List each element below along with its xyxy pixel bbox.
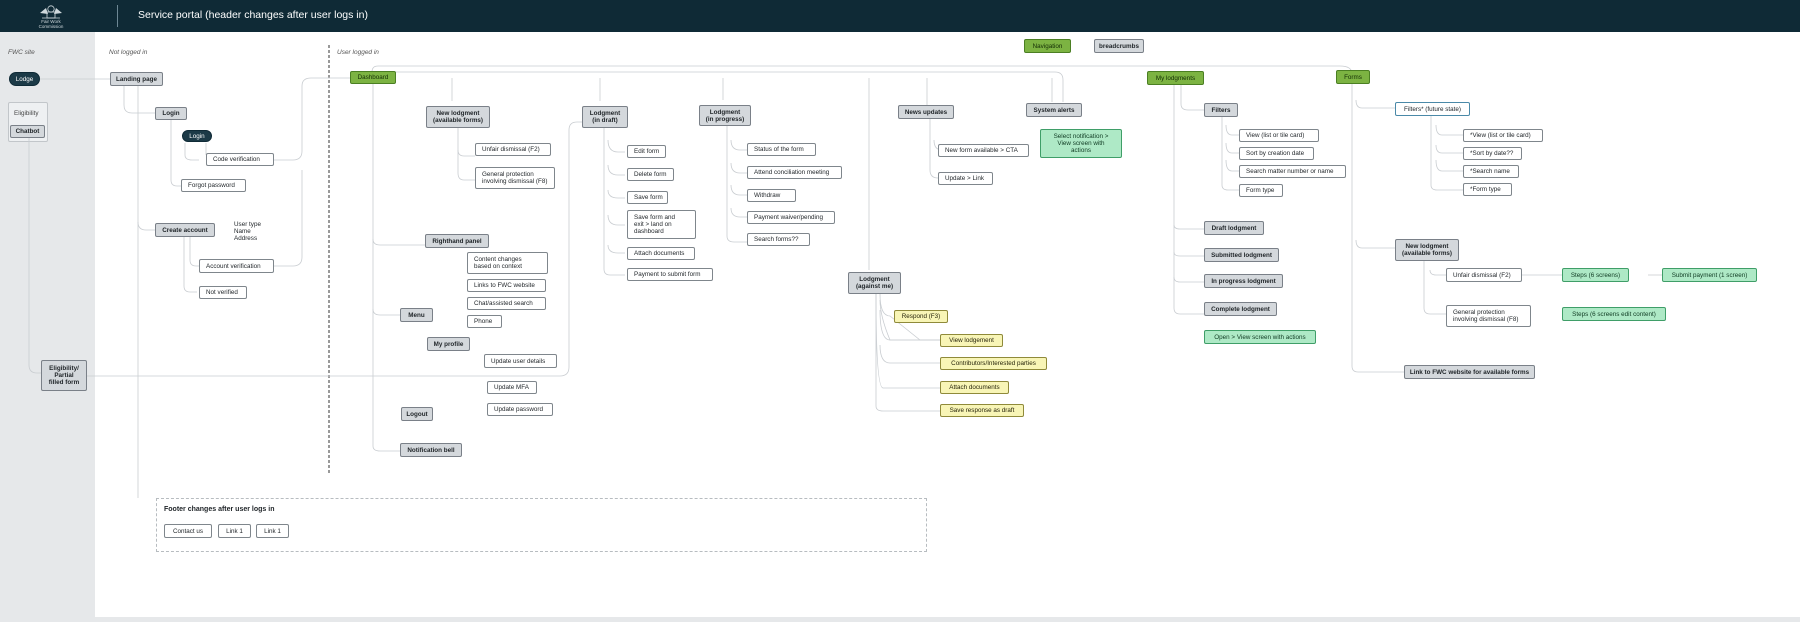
sort-creation-node[interactable]: Sort by creation date: [1239, 147, 1314, 160]
new-lodgment-node[interactable]: New lodgment (available forms): [426, 106, 490, 128]
code-verification-node[interactable]: Code verification: [206, 153, 274, 166]
system-alerts-node[interactable]: System alerts: [1026, 103, 1082, 117]
payment-waiver-node[interactable]: Payment waiver/pending: [747, 211, 835, 224]
phone-node[interactable]: Phone: [467, 315, 502, 328]
filter-form-type-node[interactable]: *Form type: [1463, 183, 1512, 196]
footer-link-1b[interactable]: Link 1: [256, 524, 289, 538]
landing-page-node[interactable]: Landing page: [110, 72, 163, 86]
status-form-node[interactable]: Status of the form: [747, 143, 816, 156]
forms-node[interactable]: Forms: [1336, 70, 1370, 84]
new-form-available-node[interactable]: New form available > CTA: [938, 144, 1029, 157]
form-type-node[interactable]: Form type: [1239, 184, 1283, 197]
footer-title: Footer changes after user logs in: [164, 506, 275, 513]
login-node[interactable]: Login: [155, 107, 187, 120]
lodge-button[interactable]: Lodge: [9, 72, 40, 86]
contributors-node[interactable]: Contributors/Interested parties: [940, 357, 1047, 370]
breadcrumbs-node[interactable]: breadcrumbs: [1094, 39, 1144, 53]
complete-lodgment-node[interactable]: Complete lodgment: [1204, 302, 1277, 316]
unfair-dismissal-node[interactable]: Unfair dismissal (F2): [475, 143, 551, 156]
general-protection-node[interactable]: General protection involving dismissal (…: [475, 167, 555, 189]
notification-bell-node[interactable]: Notification bell: [400, 443, 462, 457]
filters-future-node[interactable]: Filters* (future state): [1395, 102, 1470, 116]
lodgment-progress-node[interactable]: Lodgment (in progress): [699, 105, 751, 126]
submitted-lodgment-node[interactable]: Submitted lodgment: [1204, 248, 1279, 262]
update-password-node[interactable]: Update password: [487, 403, 553, 416]
my-profile-node[interactable]: My profile: [427, 337, 470, 351]
account-fields-text: User type Name Address: [234, 221, 261, 242]
unfair-dismissal-forms-node[interactable]: Unfair dismissal (F2): [1446, 268, 1522, 282]
update-mfa-node[interactable]: Update MFA: [487, 381, 537, 394]
forgot-password-node[interactable]: Forgot password: [181, 179, 246, 192]
update-link-node[interactable]: Update > Link: [938, 172, 993, 185]
filter-view-list-node[interactable]: *View (list or tile card): [1463, 129, 1543, 142]
login-button[interactable]: Login: [182, 130, 212, 142]
draft-lodgment-node[interactable]: Draft lodgment: [1204, 221, 1264, 235]
my-lodgments-node[interactable]: My lodgments: [1147, 71, 1204, 85]
account-verification-node[interactable]: Account verification: [199, 259, 274, 273]
update-user-details-node[interactable]: Update user details: [484, 354, 557, 368]
payment-submit-node[interactable]: Payment to submit form: [627, 268, 713, 281]
section-label-not-logged-in: Not logged in: [109, 49, 148, 56]
chatbot-node[interactable]: Chatbot: [10, 125, 45, 138]
filters-node[interactable]: Filters: [1204, 103, 1238, 117]
not-verified-node[interactable]: Not verified: [199, 286, 247, 299]
steps-6-edit-node[interactable]: Steps (6 screens edit content): [1562, 307, 1666, 321]
link-fwc-forms-node[interactable]: Link to FWC website for available forms: [1404, 365, 1535, 379]
eligibility-label: Eligibility: [14, 110, 39, 117]
footer-link-1a[interactable]: Link 1: [218, 524, 251, 538]
attach-documents-respond-node[interactable]: Attach documents: [940, 381, 1009, 394]
view-lodgement-node[interactable]: View lodgement: [940, 334, 1003, 347]
navigation-node[interactable]: Navigation: [1024, 39, 1071, 53]
contact-us-link[interactable]: Contact us: [164, 524, 212, 538]
save-form-node[interactable]: Save form: [627, 191, 668, 204]
save-form-exit-node[interactable]: Save form and exit > land on dashboard: [627, 210, 696, 239]
content-changes-node[interactable]: Content changes based on context: [467, 252, 548, 274]
lodgment-against-node[interactable]: Lodgment (against me): [848, 272, 901, 294]
logout-node[interactable]: Logout: [401, 407, 433, 421]
menu-node[interactable]: Menu: [400, 308, 433, 322]
respond-node[interactable]: Respond (F3): [894, 310, 948, 323]
delete-form-node[interactable]: Delete form: [627, 168, 674, 181]
search-matter-node[interactable]: Search matter number or name: [1239, 165, 1346, 178]
attend-conciliation-node[interactable]: Attend conciliation meeting: [747, 166, 842, 179]
open-view-node[interactable]: Open > View screen with actions: [1204, 330, 1316, 344]
submit-payment-node[interactable]: Submit payment (1 screen): [1662, 268, 1757, 282]
steps-6-node[interactable]: Steps (6 screens): [1562, 268, 1629, 282]
create-account-node[interactable]: Create account: [155, 223, 215, 237]
section-label-user-logged-in: User logged in: [337, 49, 379, 56]
eligibility-partial-node[interactable]: Eligibility/ Partial filled form: [41, 360, 87, 391]
lodgment-draft-node[interactable]: Lodgment (in draft): [582, 106, 628, 128]
attach-documents-node[interactable]: Attach documents: [627, 247, 695, 260]
righthand-panel-node[interactable]: Righthand panel: [425, 234, 489, 248]
filter-sort-date-node[interactable]: *Sort by date??: [1463, 147, 1522, 160]
select-notification-node[interactable]: Select notification > View screen with a…: [1040, 129, 1122, 158]
in-progress-lodgment-node[interactable]: In progress lodgment: [1204, 274, 1283, 288]
new-lodgment-forms-node[interactable]: New lodgment (available forms): [1395, 239, 1459, 261]
general-protection-forms-node[interactable]: General protection involving dismissal (…: [1446, 305, 1531, 327]
search-forms-node[interactable]: Search forms??: [747, 233, 810, 246]
view-list-tile-node[interactable]: View (list or tile card): [1239, 129, 1319, 142]
dashboard-node[interactable]: Dashboard: [350, 71, 396, 84]
filter-search-name-node[interactable]: *Search name: [1463, 165, 1519, 178]
news-updates-node[interactable]: News updates: [898, 105, 954, 119]
section-label-fwc-site: FWC site: [8, 49, 35, 56]
edit-form-node[interactable]: Edit form: [627, 145, 666, 158]
withdraw-node[interactable]: Withdraw: [747, 189, 796, 202]
links-fwc-node[interactable]: Links to FWC website: [467, 279, 546, 292]
save-response-node[interactable]: Save response as draft: [940, 404, 1024, 417]
chat-assisted-node[interactable]: Chat/assisted search: [467, 297, 546, 310]
